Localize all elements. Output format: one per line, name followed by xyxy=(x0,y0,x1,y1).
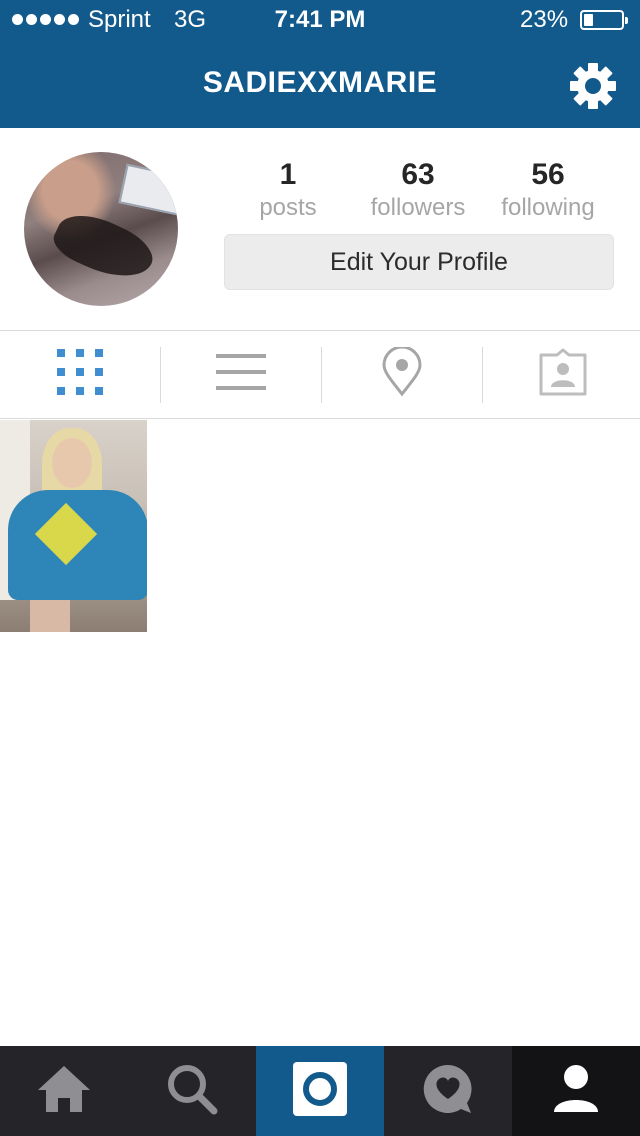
search-icon xyxy=(166,1063,218,1120)
camera-icon xyxy=(293,1061,347,1121)
profile-avatar[interactable] xyxy=(24,152,178,306)
tab-profile[interactable] xyxy=(512,1046,640,1136)
tab-activity[interactable] xyxy=(384,1046,512,1136)
followers-label: followers xyxy=(370,194,466,221)
bottom-tab-bar xyxy=(0,1046,640,1136)
home-icon xyxy=(36,1064,92,1119)
battery-percent: 23% xyxy=(520,6,569,33)
profile-username-title: SADIEXXMARIE xyxy=(202,66,438,99)
post-thumbnail[interactable] xyxy=(0,420,147,632)
posts-count: 1 xyxy=(279,158,297,191)
tab-photos-of-you[interactable] xyxy=(483,331,640,418)
grid-icon xyxy=(57,349,103,400)
tab-grid-view[interactable] xyxy=(0,331,160,418)
following-label: following xyxy=(501,194,595,221)
posts-label: posts xyxy=(259,194,317,221)
profile-icon xyxy=(553,1064,599,1119)
tab-home[interactable] xyxy=(0,1046,128,1136)
battery-icon xyxy=(580,10,628,30)
location-pin-icon xyxy=(381,345,423,402)
tagged-photos-icon xyxy=(538,347,588,402)
followers-count: 63 xyxy=(401,158,435,191)
header: Sprint 3G 7:41 PM 23% SADIEXXMARIE xyxy=(0,0,640,128)
followers-stat[interactable]: 63 followers xyxy=(348,158,488,222)
activity-heart-icon xyxy=(421,1063,475,1120)
edit-profile-button[interactable]: Edit Your Profile xyxy=(224,234,614,290)
posts-stat[interactable]: 1 posts xyxy=(218,158,358,222)
tab-search[interactable] xyxy=(128,1046,256,1136)
status-bar: Sprint 3G 7:41 PM 23% xyxy=(0,0,640,40)
following-stat[interactable]: 56 following xyxy=(478,158,618,222)
gear-icon[interactable] xyxy=(568,61,618,111)
tab-camera[interactable] xyxy=(256,1046,384,1136)
tab-photo-map[interactable] xyxy=(322,331,482,418)
tab-list-view[interactable] xyxy=(161,331,321,418)
following-count: 56 xyxy=(531,158,565,191)
list-icon xyxy=(216,352,266,397)
profile-view-tabs xyxy=(0,330,640,419)
